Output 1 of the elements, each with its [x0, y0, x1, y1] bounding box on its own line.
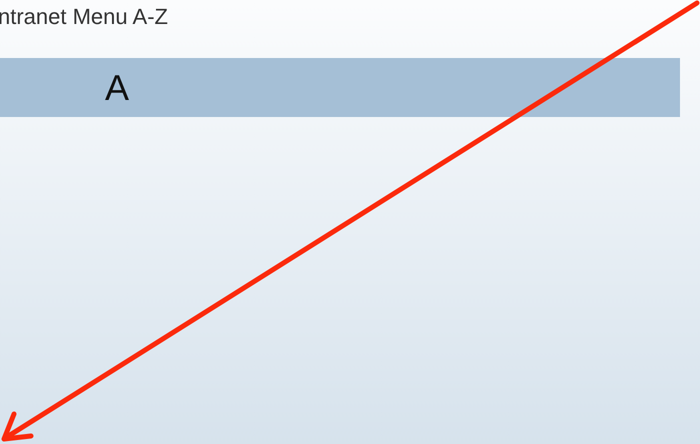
letter-heading: A [105, 68, 130, 108]
